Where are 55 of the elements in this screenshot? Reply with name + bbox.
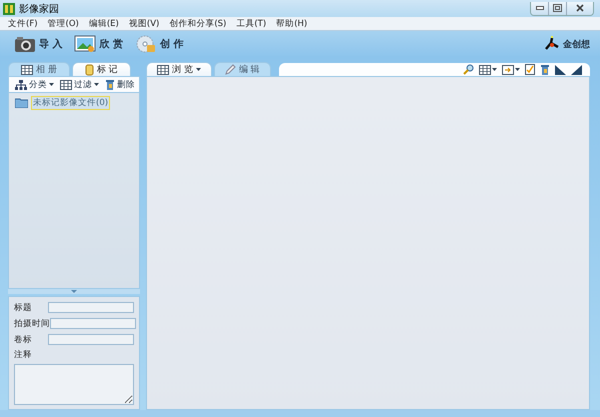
- menu-item[interactable]: 编辑(E): [84, 18, 123, 30]
- category-button[interactable]: 分类: [15, 78, 54, 90]
- input-field[interactable]: [48, 334, 134, 345]
- app-icon: [3, 2, 15, 14]
- close-button[interactable]: [567, 2, 593, 14]
- camera-icon: [14, 35, 36, 53]
- view-mode-button[interactable]: [479, 64, 497, 74]
- filter-button[interactable]: 过滤: [60, 78, 99, 90]
- caret-icon: [515, 68, 520, 71]
- field-label: 卷标: [14, 334, 32, 346]
- window-title: 影像家园: [19, 2, 59, 16]
- hierarchy-icon: [15, 80, 27, 90]
- disc-icon: [134, 34, 157, 54]
- field-label: 拍摄时间: [14, 318, 50, 330]
- tab[interactable]: 标 记: [72, 62, 131, 76]
- view-button[interactable]: 欣 赏: [74, 35, 123, 53]
- menu-item[interactable]: 工具(T): [232, 18, 270, 30]
- maximize-icon: [553, 4, 562, 12]
- trash-icon: [540, 64, 550, 75]
- import-button[interactable]: 导 入: [14, 35, 62, 53]
- tree-item[interactable]: 未标记影像文件(0): [31, 96, 110, 110]
- field-label: 注释: [14, 349, 33, 361]
- tab[interactable]: 浏 览: [146, 62, 212, 76]
- delete-button[interactable]: 删除: [105, 78, 135, 90]
- minimize-icon: [536, 6, 544, 10]
- sort-button[interactable]: [502, 64, 520, 74]
- rotate-left-button[interactable]: [555, 64, 566, 74]
- maximize-button[interactable]: [549, 2, 567, 14]
- select-button[interactable]: [525, 64, 535, 75]
- create-button[interactable]: 创 作: [134, 34, 184, 54]
- input-field[interactable]: [48, 302, 134, 313]
- picture-frame-icon: [74, 35, 96, 53]
- rotate-right-button[interactable]: [571, 64, 582, 74]
- menu-item[interactable]: 管理(O): [44, 18, 83, 30]
- menu-item[interactable]: 帮助(H): [272, 18, 312, 30]
- minimize-button[interactable]: [531, 2, 549, 14]
- caret-icon: [492, 68, 497, 71]
- tag-icon: [84, 64, 94, 76]
- folder-icon: [15, 98, 28, 108]
- search-button[interactable]: [463, 64, 474, 75]
- delete-button[interactable]: [540, 64, 550, 75]
- trash-icon: [105, 79, 115, 90]
- tab[interactable]: 编 辑: [214, 62, 271, 76]
- menu-item[interactable]: 视图(V): [124, 18, 164, 30]
- tab[interactable]: 相 册: [8, 62, 70, 76]
- logo-text: 金创想: [563, 38, 590, 50]
- logo-icon: [544, 36, 560, 52]
- notes-field[interactable]: [14, 364, 134, 405]
- menu-item[interactable]: 创作和分享(S): [165, 18, 230, 30]
- close-icon: [576, 4, 584, 12]
- grid-icon: [157, 64, 169, 74]
- field-label: 标题: [14, 302, 32, 314]
- menu-item[interactable]: 文件(F): [4, 18, 42, 30]
- grid-icon: [60, 80, 72, 90]
- input-field[interactable]: [50, 318, 136, 329]
